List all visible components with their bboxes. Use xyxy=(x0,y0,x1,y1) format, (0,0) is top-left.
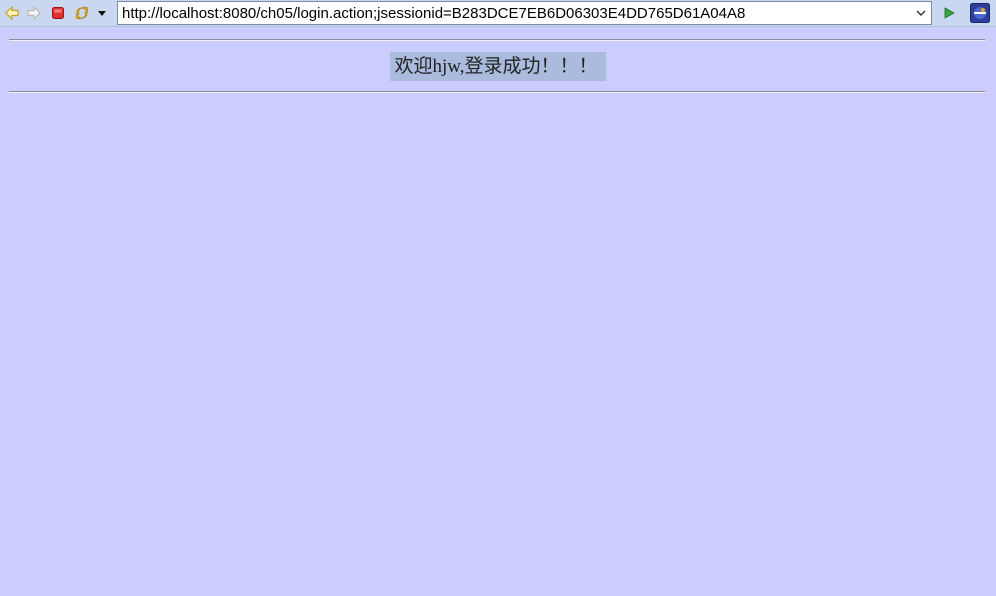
refresh-icon[interactable] xyxy=(73,4,91,22)
horizontal-rule-bottom xyxy=(9,91,985,93)
address-bar[interactable]: http://localhost:8080/ch05/login.action;… xyxy=(117,1,932,25)
forward-arrow-icon[interactable] xyxy=(25,4,43,22)
browser-toolbar: http://localhost:8080/ch05/login.action;… xyxy=(0,0,996,27)
back-arrow-icon[interactable] xyxy=(3,4,21,22)
url-history-dropdown-icon[interactable] xyxy=(911,2,931,24)
url-input[interactable]: http://localhost:8080/ch05/login.action;… xyxy=(118,5,911,22)
go-play-icon[interactable] xyxy=(940,4,958,22)
welcome-message: 欢迎hjw,登录成功！！！ xyxy=(390,52,606,81)
dropdown-arrow-icon[interactable] xyxy=(93,4,111,22)
eclipse-icon[interactable] xyxy=(969,2,991,24)
welcome-container: 欢迎hjw,登录成功！！！ xyxy=(0,52,996,81)
stop-icon[interactable] xyxy=(49,4,67,22)
page-content: 欢迎hjw,登录成功！！！ xyxy=(0,27,996,596)
horizontal-rule-top xyxy=(9,39,985,41)
